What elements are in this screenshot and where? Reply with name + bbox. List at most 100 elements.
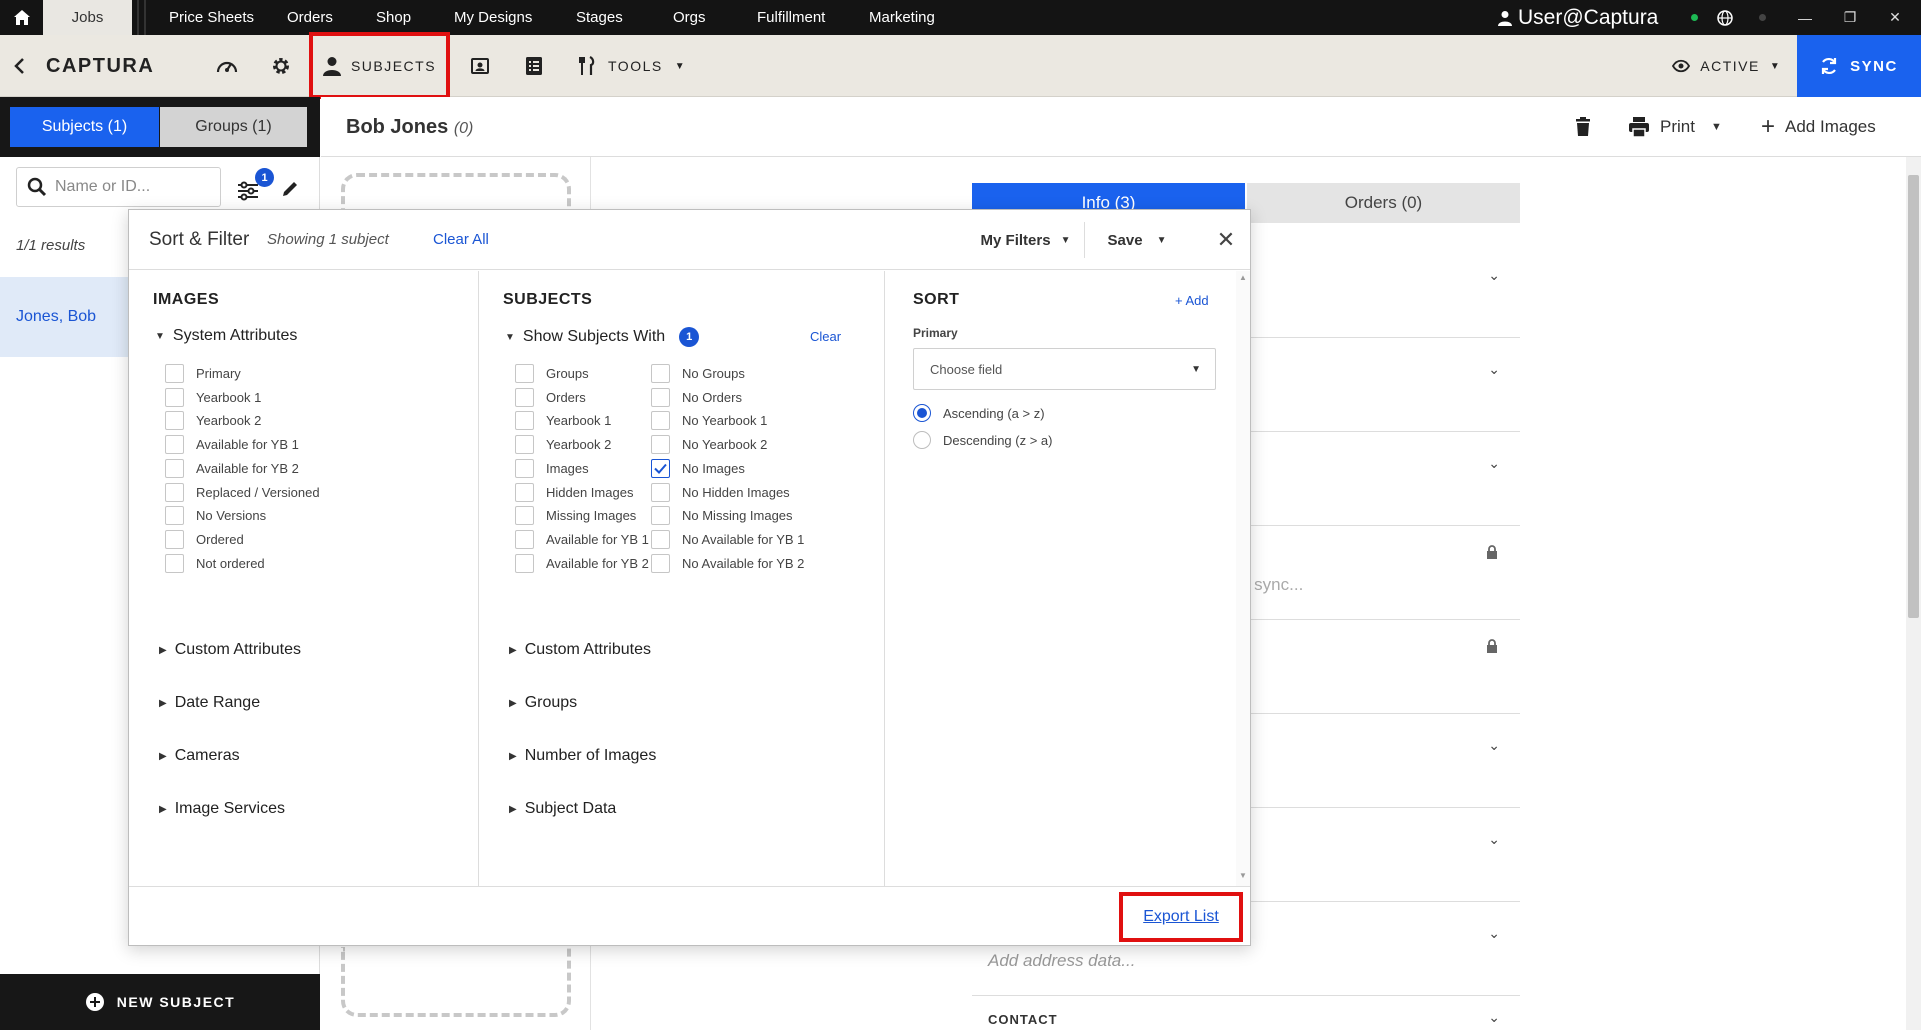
image-filter-checkbox[interactable]: Available for YB 2	[165, 458, 299, 478]
filter-button[interactable]: 1	[236, 168, 274, 203]
globe-icon[interactable]	[1710, 0, 1740, 35]
cameras-group[interactable]: ▶ Cameras	[159, 747, 240, 765]
ascending-radio[interactable]: Ascending (a > z)	[913, 404, 1045, 422]
close-icon[interactable]: ✕	[1211, 222, 1241, 258]
subject-filter-checkbox[interactable]: No Available for YB 1	[651, 529, 804, 549]
subject-filter-checkbox[interactable]: Orders	[515, 387, 586, 407]
tab-orders[interactable]: Orders (0)	[1247, 183, 1520, 223]
checkbox[interactable]	[651, 364, 670, 383]
user-menu[interactable]: User@Captura	[1498, 0, 1658, 35]
checkbox-checked[interactable]	[651, 458, 670, 478]
checkbox[interactable]	[651, 387, 670, 407]
nav-stages[interactable]: Stages	[576, 0, 623, 35]
subject-filter-checkbox[interactable]: Groups	[515, 364, 589, 383]
add-sort-link[interactable]: + Add	[1175, 293, 1209, 308]
subject-data-group[interactable]: ▶ Subject Data	[509, 800, 616, 818]
tab-groups[interactable]: Groups (1)	[160, 107, 307, 147]
checkbox[interactable]	[651, 482, 670, 502]
active-dropdown[interactable]: ACTIVE ▼	[1670, 35, 1782, 97]
page-scrollbar-thumb[interactable]	[1908, 175, 1919, 618]
checkbox[interactable]	[515, 482, 534, 502]
add-images-button[interactable]: + Add Images	[1761, 97, 1876, 157]
image-drop-zone[interactable]	[341, 947, 571, 1017]
scroll-up-icon[interactable]: ▲	[1239, 273, 1247, 282]
subjects-button[interactable]: SUBJECTS	[309, 32, 450, 99]
subject-filter-checkbox[interactable]: No Available for YB 2	[651, 553, 804, 573]
delete-button[interactable]	[1575, 97, 1591, 157]
home-button[interactable]	[0, 0, 43, 35]
checkbox[interactable]	[165, 529, 184, 549]
clear-link[interactable]: Clear	[810, 329, 841, 344]
minimize-icon[interactable]: —	[1790, 0, 1820, 35]
contact-section[interactable]: CONTACT ⌄	[972, 997, 1520, 1030]
export-list-link[interactable]: Export List	[1119, 892, 1243, 942]
subject-filter-checkbox[interactable]: No Groups	[651, 364, 745, 383]
modal-scrollbar[interactable]: ▲ ▼	[1236, 271, 1250, 886]
image-filter-checkbox[interactable]: No Versions	[165, 506, 266, 526]
image-filter-checkbox[interactable]: Yearbook 2	[165, 411, 261, 431]
image-filter-checkbox[interactable]: Not ordered	[165, 553, 265, 573]
subject-filter-checkbox[interactable]: No Yearbook 1	[651, 411, 767, 431]
checkbox[interactable]	[515, 529, 534, 549]
image-filter-checkbox[interactable]: Ordered	[165, 529, 244, 549]
subject-filter-checkbox[interactable]: Hidden Images	[515, 482, 633, 502]
nav-marketing[interactable]: Marketing	[869, 0, 935, 35]
contact-card-button[interactable]	[465, 35, 495, 97]
clear-all-link[interactable]: Clear All	[433, 210, 489, 270]
date-range-group[interactable]: ▶ Date Range	[159, 694, 260, 712]
scroll-down-icon[interactable]: ▼	[1239, 871, 1247, 880]
my-filters-dropdown[interactable]: My Filters ▼	[967, 222, 1085, 258]
system-attributes-group[interactable]: ▼ System Attributes	[155, 327, 297, 345]
nav-fulfillment[interactable]: Fulfillment	[757, 0, 825, 35]
back-button[interactable]	[4, 35, 34, 97]
checkbox[interactable]	[651, 529, 670, 549]
subject-filter-checkbox[interactable]: Available for YB 2	[515, 553, 649, 573]
image-filter-checkbox[interactable]: Primary	[165, 364, 241, 383]
settings-button[interactable]	[266, 35, 296, 97]
checkbox[interactable]	[651, 553, 670, 573]
subject-filter-checkbox[interactable]: No Orders	[651, 387, 742, 407]
checkbox[interactable]	[651, 506, 670, 526]
checkbox[interactable]	[515, 553, 534, 573]
list-button[interactable]	[519, 35, 549, 97]
custom-attributes-group[interactable]: ▶ Custom Attributes	[159, 641, 301, 659]
restore-icon[interactable]: ❐	[1835, 0, 1865, 35]
image-filter-checkbox[interactable]: Replaced / Versioned	[165, 482, 320, 502]
nav-my-designs[interactable]: My Designs	[454, 0, 532, 35]
subject-filter-checkbox[interactable]: Yearbook 2	[515, 435, 611, 455]
subject-filter-checkbox[interactable]: Missing Images	[515, 506, 636, 526]
checkbox[interactable]	[515, 387, 534, 407]
checkbox[interactable]	[651, 411, 670, 431]
subject-filter-checkbox[interactable]: No Images	[651, 458, 745, 478]
number-of-images-group[interactable]: ▶ Number of Images	[509, 747, 656, 765]
nav-shop[interactable]: Shop	[376, 0, 411, 35]
new-subject-button[interactable]: NEW SUBJECT	[0, 974, 320, 1030]
nav-orders[interactable]: Orders	[287, 0, 333, 35]
checkbox[interactable]	[515, 506, 534, 526]
checkbox[interactable]	[165, 553, 184, 573]
print-dropdown[interactable]: Print ▼	[1628, 97, 1722, 157]
checkbox[interactable]	[165, 411, 184, 431]
checkbox[interactable]	[515, 411, 534, 431]
checkbox[interactable]	[165, 364, 184, 383]
checkbox[interactable]	[165, 506, 184, 526]
subject-filter-checkbox[interactable]: Available for YB 1	[515, 529, 649, 549]
search-input[interactable]: Name or ID...	[16, 167, 221, 207]
nav-orgs[interactable]: Orgs	[673, 0, 706, 35]
tab-subjects[interactable]: Subjects (1)	[10, 107, 159, 147]
image-services-group[interactable]: ▶ Image Services	[159, 800, 285, 818]
image-filter-checkbox[interactable]: Yearbook 1	[165, 387, 261, 407]
subject-filter-checkbox[interactable]: Images	[515, 458, 589, 478]
checkbox[interactable]	[165, 458, 184, 478]
subject-filter-checkbox[interactable]: No Missing Images	[651, 506, 793, 526]
save-dropdown[interactable]: Save ▼	[1097, 222, 1177, 258]
checkbox[interactable]	[515, 435, 534, 455]
subject-filter-checkbox[interactable]: Yearbook 1	[515, 411, 611, 431]
groups-group[interactable]: ▶ Groups	[509, 694, 577, 712]
subject-filter-checkbox[interactable]: No Yearbook 2	[651, 435, 767, 455]
checkbox[interactable]	[515, 458, 534, 478]
checkbox[interactable]	[165, 435, 184, 455]
checkbox[interactable]	[515, 364, 534, 383]
custom-attributes-group[interactable]: ▶ Custom Attributes	[509, 641, 651, 659]
tools-dropdown[interactable]: TOOLS ▼	[578, 35, 690, 97]
